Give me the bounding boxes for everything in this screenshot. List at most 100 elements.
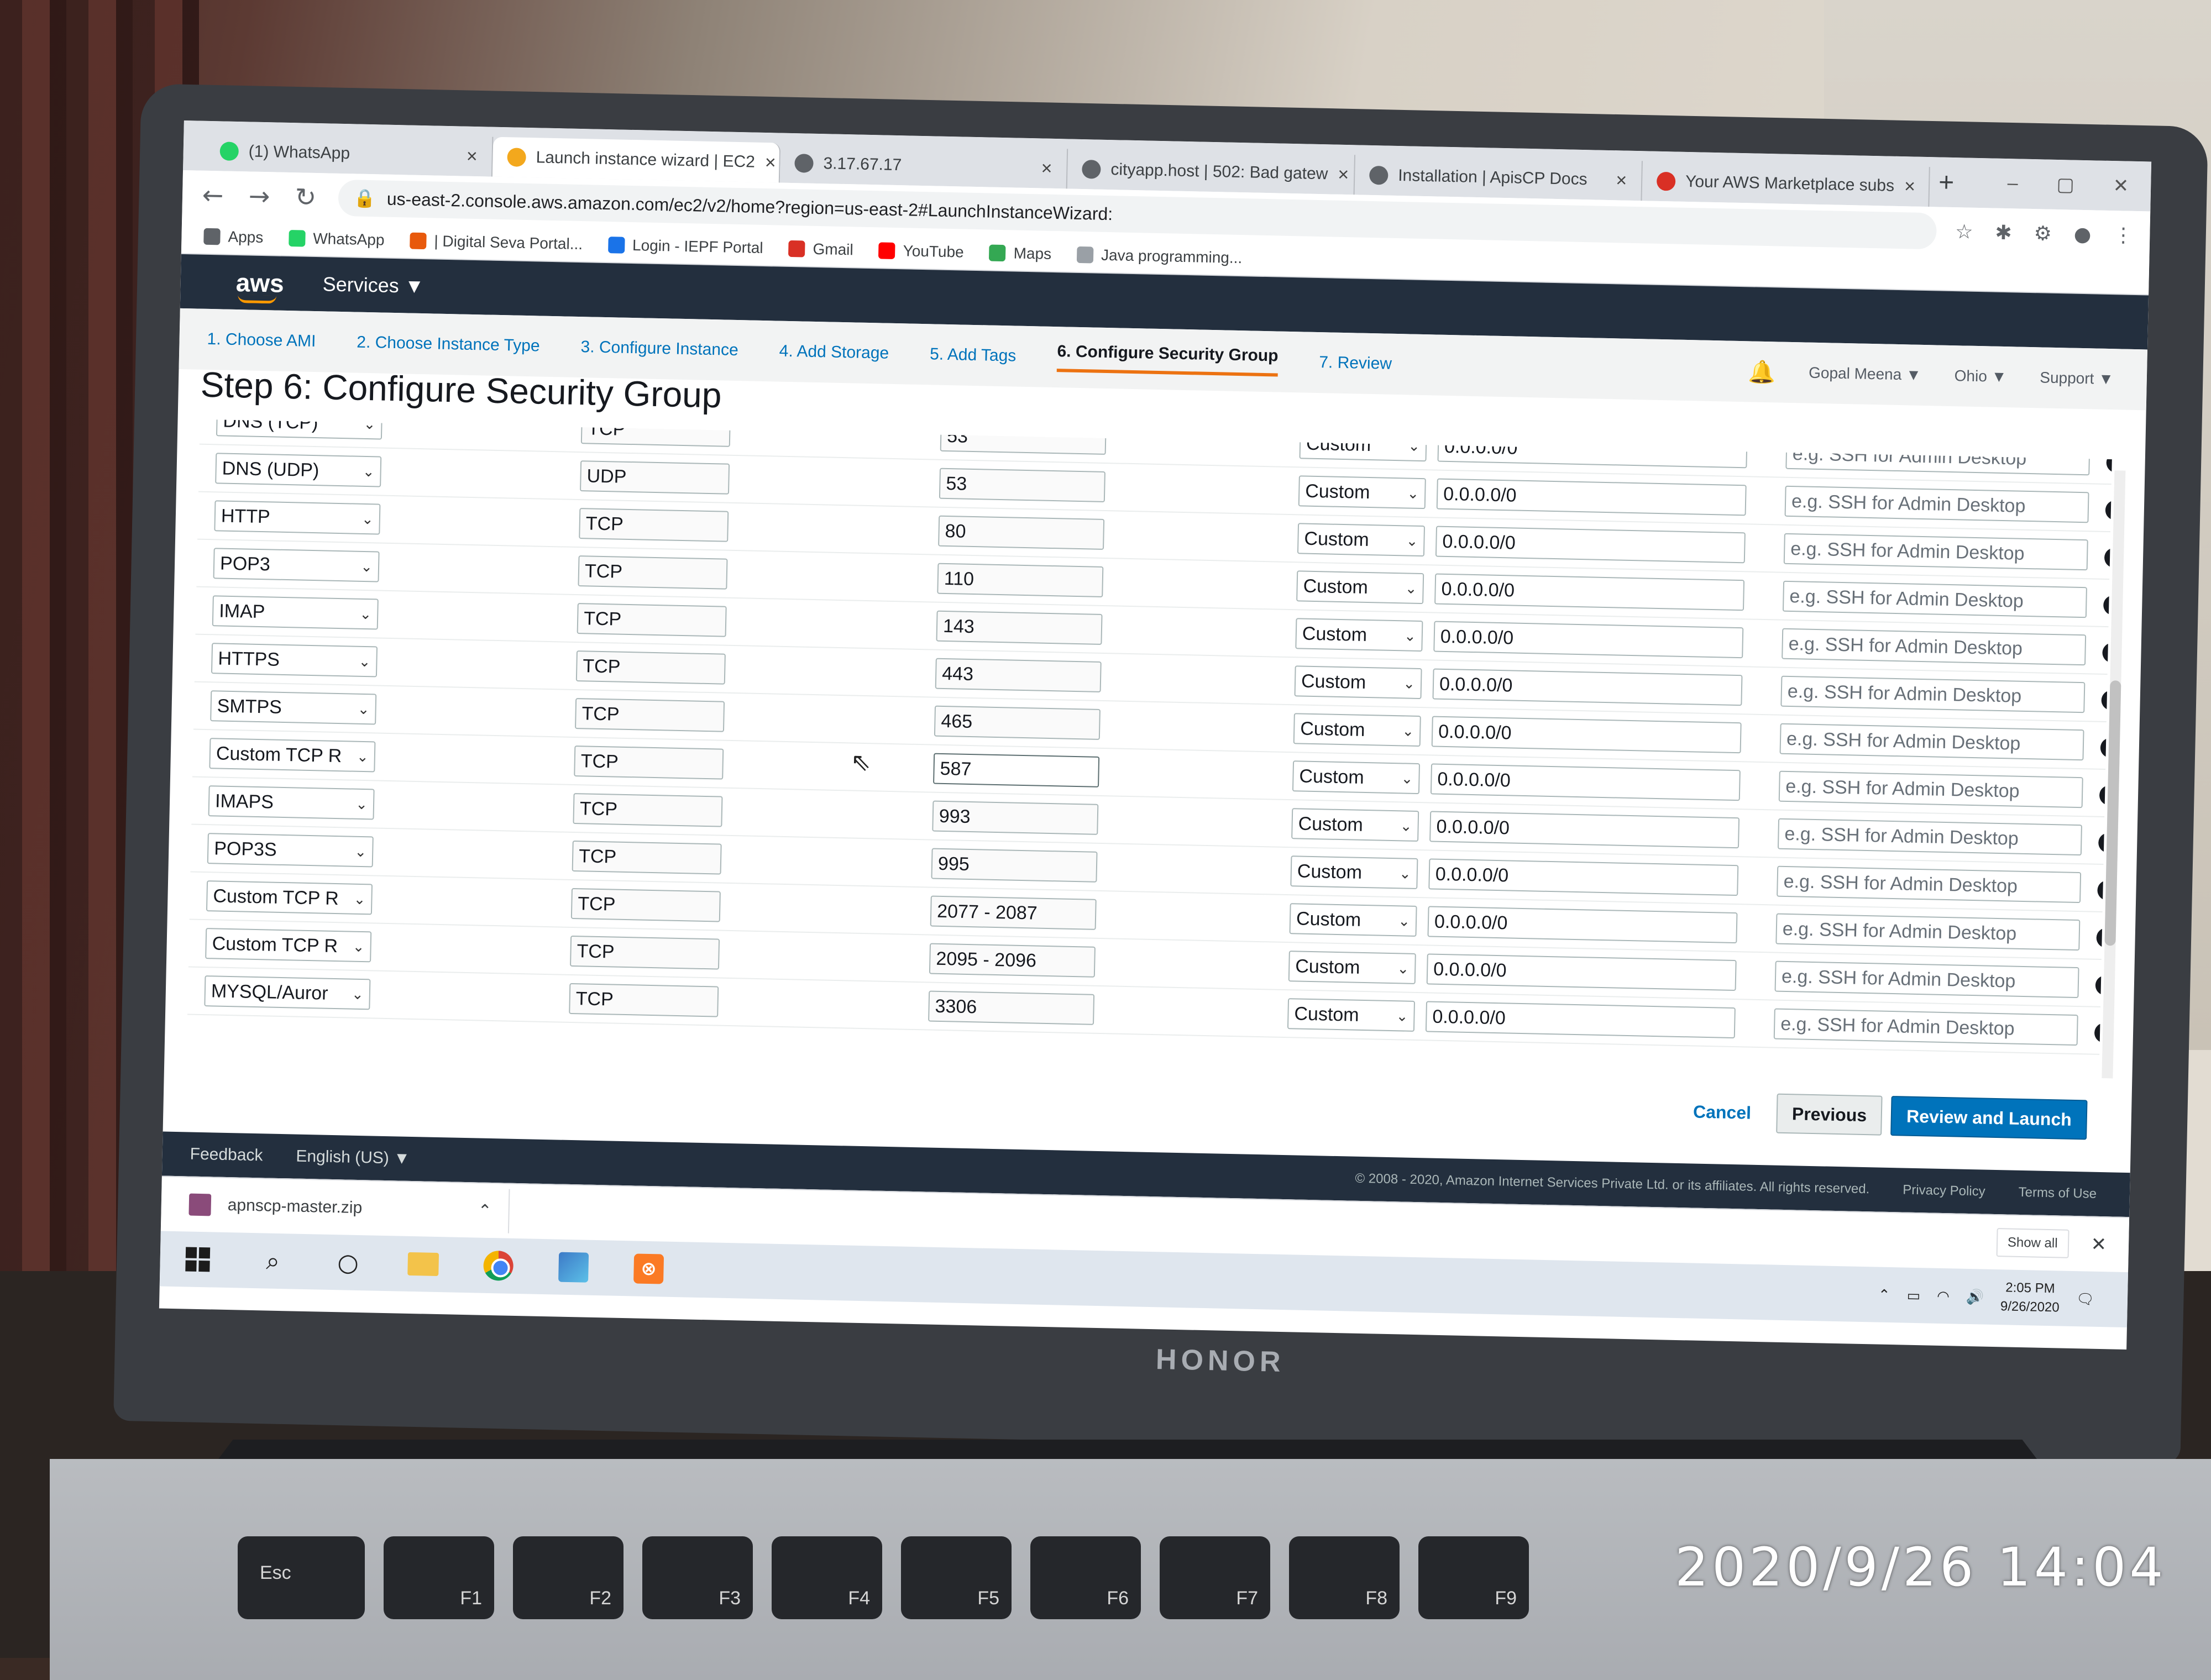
remove-rule-icon[interactable]: ✕ <box>2105 500 2112 521</box>
rule-type-select[interactable]: DNS (TCP)⌄ <box>216 419 383 440</box>
task-view-icon[interactable]: ○ <box>332 1247 364 1278</box>
rule-type-select[interactable]: Custom TCP R⌄ <box>205 928 371 962</box>
previous-button[interactable]: Previous <box>1776 1094 1883 1136</box>
port-range-input[interactable]: 53 <box>939 468 1106 502</box>
bell-icon[interactable]: 🔔 <box>1748 359 1776 385</box>
show-all-button[interactable]: Show all <box>1996 1228 2069 1258</box>
rule-type-select[interactable]: POP3⌄ <box>213 548 380 582</box>
cidr-input[interactable]: 0.0.0.0/0 <box>1429 811 1740 848</box>
bookmark-item[interactable]: Maps <box>989 244 1051 263</box>
wizard-step[interactable]: 5. Add Tags <box>930 345 1017 365</box>
cidr-input[interactable]: 0.0.0.0/0 <box>1428 858 1738 896</box>
wifi-icon[interactable]: ◠ <box>1937 1287 1950 1304</box>
description-input[interactable]: e.g. SSH for Admin Desktop <box>1775 914 2080 951</box>
description-input[interactable]: e.g. SSH for Admin Desktop <box>1774 1009 2078 1046</box>
close-tab-icon[interactable]: × <box>1904 176 1916 197</box>
puzzle-icon[interactable]: ⚙ <box>2034 222 2052 245</box>
cidr-input[interactable]: 0.0.0.0/0 <box>1432 669 1742 706</box>
description-input[interactable]: e.g. SSH for Admin Desktop <box>1784 533 2088 571</box>
description-input[interactable]: e.g. SSH for Admin Desktop <box>1778 818 2082 856</box>
back-icon[interactable]: ← <box>199 180 227 211</box>
source-select[interactable]: Custom⌄ <box>1296 570 1424 604</box>
services-menu[interactable]: Services ▼ <box>322 272 425 298</box>
remove-rule-icon[interactable]: ✕ <box>2103 595 2112 616</box>
remove-rule-icon[interactable]: ✕ <box>2104 548 2112 568</box>
close-icon[interactable]: ✕ <box>2091 1233 2107 1256</box>
rule-type-select[interactable]: Custom TCP R⌄ <box>209 738 375 772</box>
bookmark-item[interactable]: WhatsApp <box>289 229 385 249</box>
wizard-step[interactable]: 1. Choose AMI <box>207 330 316 351</box>
maximize-icon[interactable]: ▢ <box>2056 174 2074 196</box>
description-input[interactable]: e.g. SSH for Admin Desktop <box>1775 961 2079 999</box>
description-input[interactable]: e.g. SSH for Admin Desktop <box>1782 628 2086 666</box>
file-explorer-icon[interactable] <box>407 1248 439 1280</box>
port-range-input[interactable]: 993 <box>932 801 1098 835</box>
close-tab-icon[interactable]: × <box>466 145 478 167</box>
chrome-icon[interactable] <box>483 1250 514 1282</box>
cidr-input[interactable]: 0.0.0.0/0 <box>1426 1001 1736 1038</box>
menu-icon[interactable]: ⋮ <box>2113 224 2134 247</box>
star-icon[interactable]: ☆ <box>1955 221 1973 244</box>
wizard-step[interactable]: 7. Review <box>1319 353 1392 374</box>
source-select[interactable]: Custom⌄ <box>1290 855 1418 889</box>
cidr-input[interactable]: 0.0.0.0/0 <box>1427 906 1737 943</box>
chevron-up-icon[interactable]: ⌃ <box>1878 1286 1890 1303</box>
description-input[interactable]: e.g. SSH for Admin Desktop <box>1785 486 2089 523</box>
profile-icon[interactable]: ● <box>2073 223 2091 246</box>
description-input[interactable]: e.g. SSH for Admin Desktop <box>1780 676 2085 713</box>
description-input[interactable]: e.g. SSH for Admin Desktop <box>1779 771 2083 809</box>
rule-type-select[interactable]: IMAPS⌄ <box>208 785 375 820</box>
port-range-input[interactable]: 443 <box>935 658 1102 692</box>
extension-icon[interactable]: ✱ <box>1995 221 2012 244</box>
close-tab-icon[interactable]: × <box>1338 164 1349 185</box>
browser-tab[interactable]: cityapp.host | 502: Bad gatew× <box>1067 149 1355 195</box>
aws-logo[interactable]: aws <box>235 267 284 298</box>
close-window-icon[interactable]: ✕ <box>2113 175 2129 197</box>
browser-tab[interactable]: 3.17.67.17× <box>780 143 1068 189</box>
rule-type-select[interactable]: DNS (UDP)⌄ <box>215 453 381 487</box>
bookmark-item[interactable]: Apps <box>203 228 263 246</box>
description-input[interactable]: e.g. SSH for Admin Desktop <box>1780 723 2084 761</box>
taskbar-clock[interactable]: 2:05 PM 9/26/2020 <box>2000 1278 2060 1317</box>
browser-tab[interactable]: Launch instance wizard | EC2× <box>493 137 780 183</box>
browser-tab[interactable]: (1) WhatsApp× <box>205 131 493 177</box>
remove-rule-icon[interactable]: ✕ <box>2106 453 2112 473</box>
source-select[interactable]: Custom⌄ <box>1288 951 1416 984</box>
cidr-input[interactable]: 0.0.0.0/0 <box>1431 763 1741 801</box>
port-range-input[interactable]: 995 <box>931 848 1097 883</box>
rule-type-select[interactable]: SMTPS⌄ <box>210 690 376 725</box>
cidr-input[interactable]: 0.0.0.0/0 <box>1435 526 1746 564</box>
rule-type-select[interactable]: IMAP⌄ <box>212 595 379 629</box>
cidr-input[interactable]: 0.0.0.0/0 <box>1432 716 1742 753</box>
close-tab-icon[interactable]: × <box>764 151 776 173</box>
download-item[interactable]: apnscp-master.zip ⌃ <box>188 1183 510 1233</box>
cidr-input[interactable]: 0.0.0.0/0 <box>1434 574 1744 611</box>
source-select[interactable]: Custom⌄ <box>1291 808 1419 842</box>
privacy-policy-link[interactable]: Privacy Policy <box>1903 1183 1985 1200</box>
rule-type-select[interactable]: HTTP⌄ <box>214 500 380 534</box>
language-selector[interactable]: English (US) ▼ <box>296 1147 410 1168</box>
port-range-input[interactable]: 465 <box>934 706 1101 740</box>
source-select[interactable]: Custom⌄ <box>1295 665 1422 699</box>
cancel-button[interactable]: Cancel <box>1676 1101 1768 1123</box>
minimize-icon[interactable]: – <box>2007 172 2018 195</box>
bookmark-item[interactable]: Gmail <box>788 240 853 259</box>
bookmark-item[interactable]: YouTube <box>878 242 964 261</box>
port-range-input[interactable]: 143 <box>936 611 1102 645</box>
terms-of-use-link[interactable]: Terms of Use <box>2018 1185 2097 1202</box>
source-select[interactable]: Custom⌄ <box>1298 475 1426 509</box>
wizard-step[interactable]: 6. Configure Security Group <box>1057 342 1279 376</box>
windows-start-icon[interactable] <box>182 1243 213 1275</box>
user-menu[interactable]: Gopal Meena ▼ <box>1809 364 1921 384</box>
volume-icon[interactable]: 🔊 <box>1966 1288 1984 1305</box>
source-select[interactable]: Custom⌄ <box>1290 903 1417 937</box>
cidr-input[interactable]: 0.0.0.0/0 <box>1437 479 1747 516</box>
chevron-up-icon[interactable]: ⌃ <box>478 1201 509 1221</box>
review-and-launch-button[interactable]: Review and Launch <box>1890 1096 2087 1140</box>
battery-icon[interactable]: ▭ <box>1906 1287 1920 1304</box>
port-range-input[interactable]: 110 <box>937 563 1103 597</box>
port-range-input[interactable]: 3306 <box>928 991 1094 1025</box>
source-select[interactable]: Custom⌄ <box>1293 713 1421 747</box>
xampp-icon[interactable]: ⊗ <box>633 1253 664 1284</box>
reload-icon[interactable]: ↻ <box>291 182 319 212</box>
